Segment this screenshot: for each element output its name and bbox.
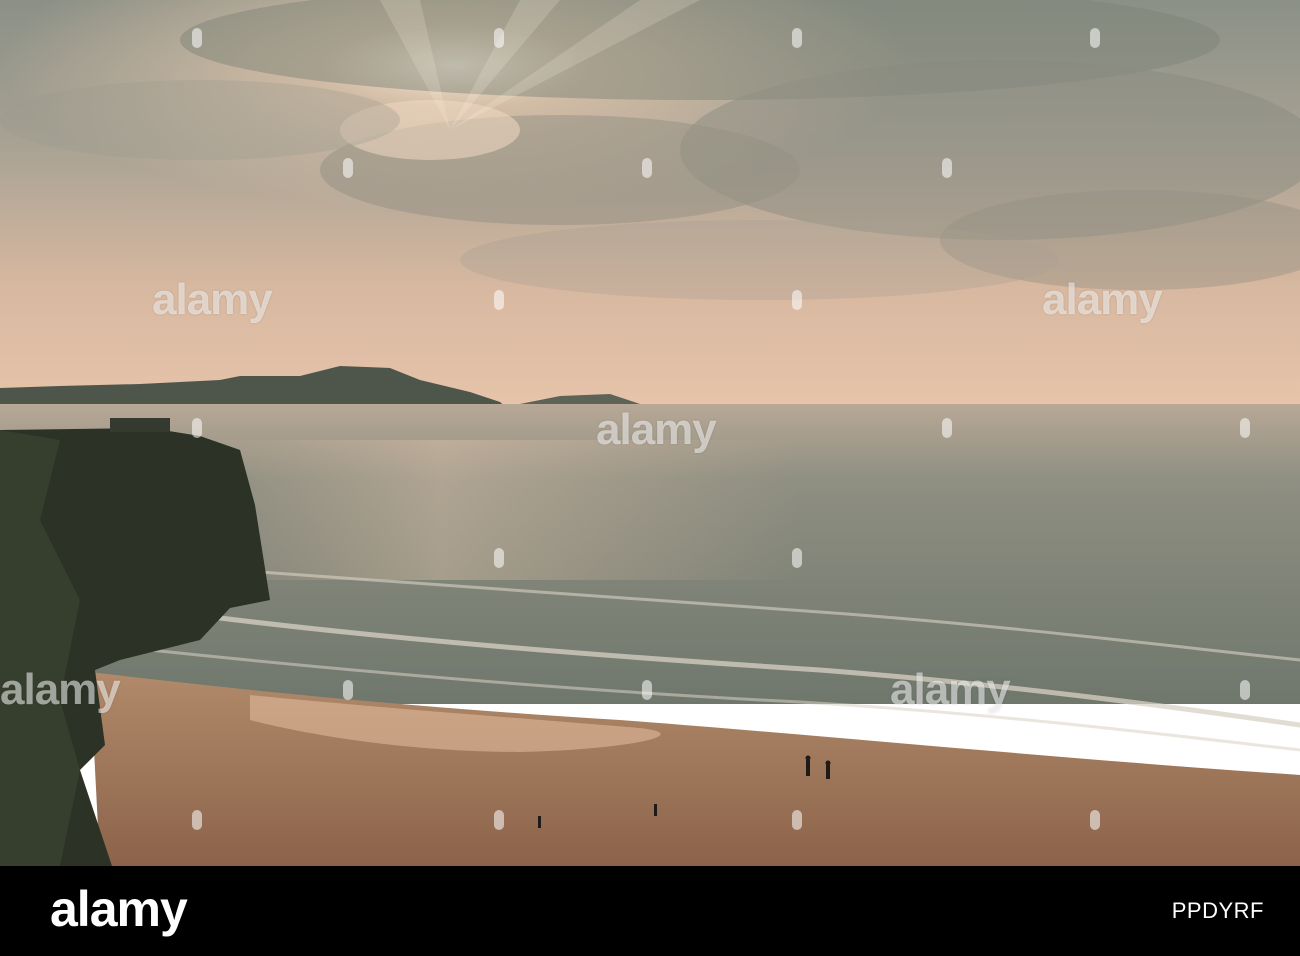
alamy-logo: alamy (50, 881, 188, 937)
photo: alamy alamy alamy alamy alamy (0, 0, 1300, 866)
sea-reflection (200, 440, 800, 580)
image-id: PPDYRF (1171, 898, 1264, 923)
clifftop-building (110, 418, 170, 432)
beach-scene (0, 0, 1300, 866)
footer-bar: alamy PPDYRF (0, 866, 1300, 956)
